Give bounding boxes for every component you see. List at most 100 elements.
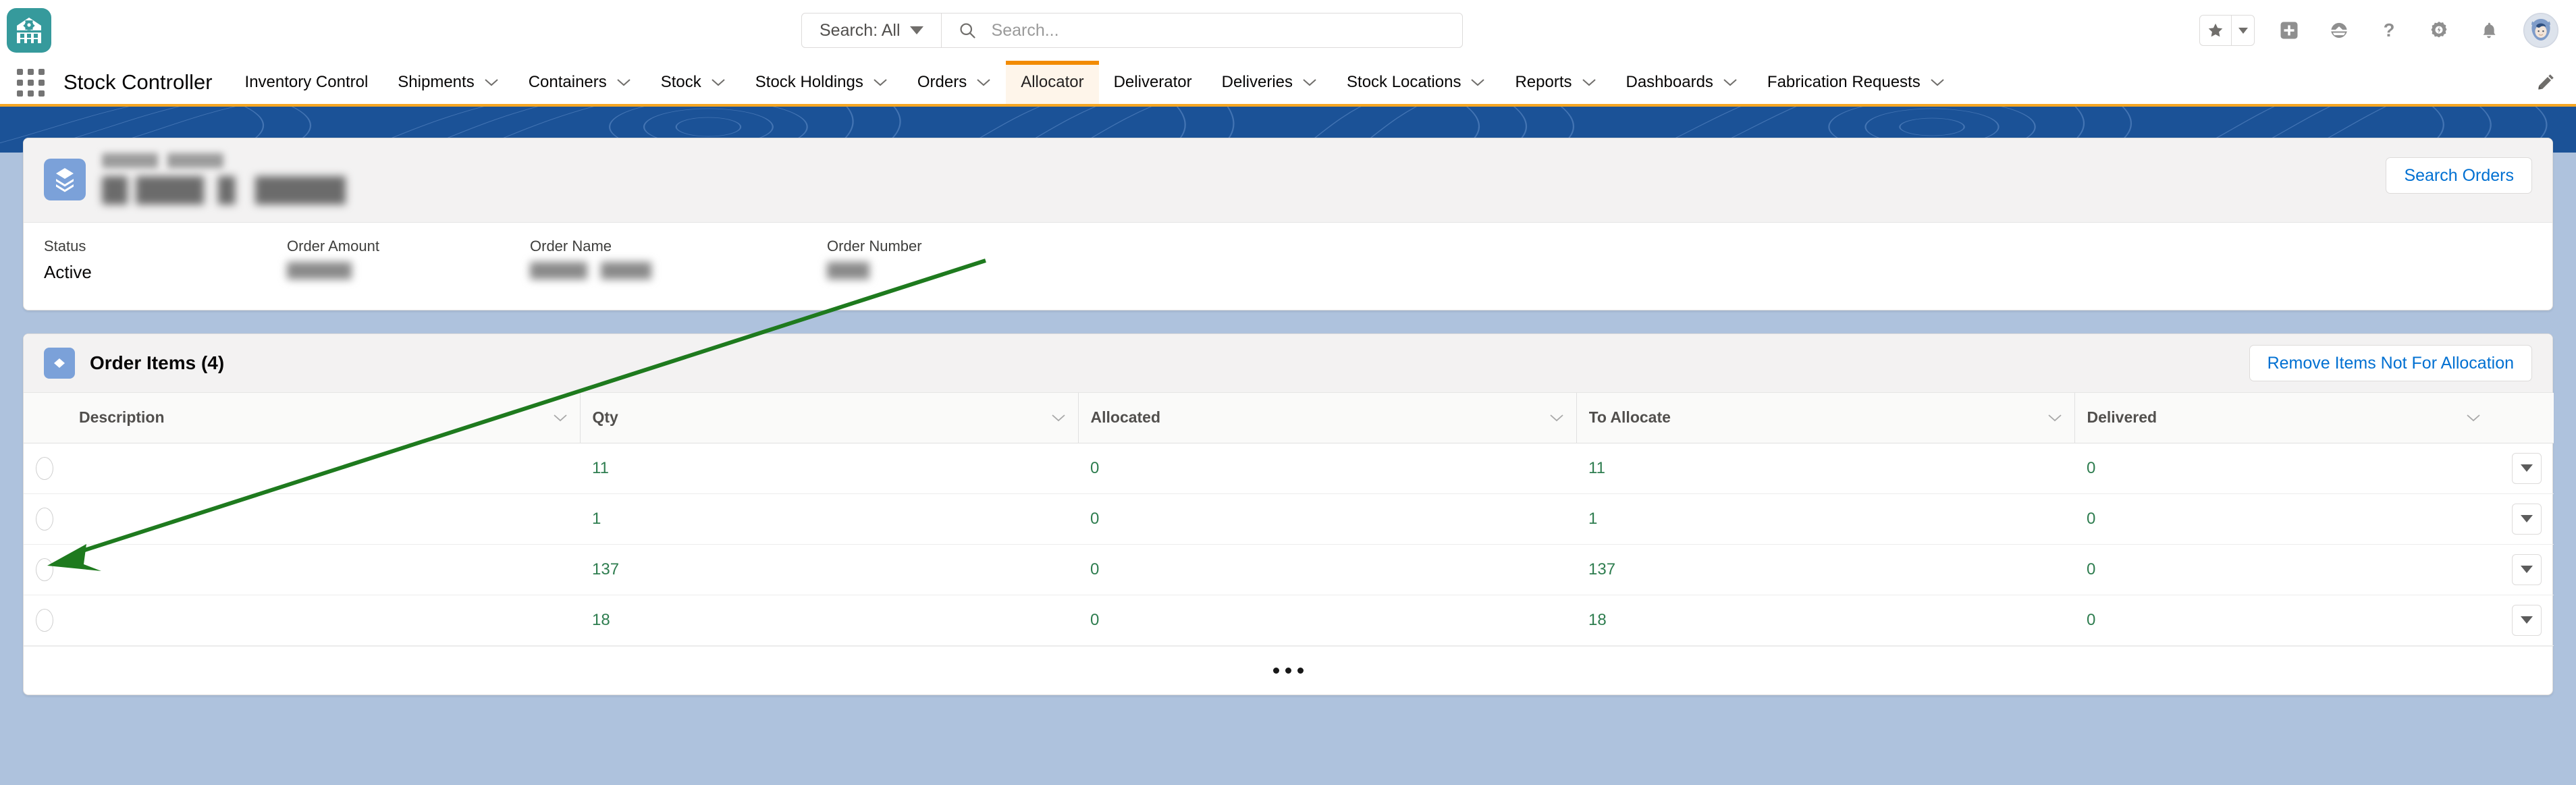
global-header-actions: ? (2199, 13, 2558, 48)
cell-description[interactable] (67, 544, 580, 595)
table-row[interactable]: 1 0 1 0 (24, 493, 2554, 545)
global-search[interactable]: Search: All Search... (801, 13, 1463, 48)
global-actions-plus-icon[interactable] (2274, 15, 2305, 46)
remove-items-not-for-allocation-button[interactable]: Remove Items Not For Allocation (2249, 345, 2532, 381)
nav-item-label: Dashboards (1626, 73, 1713, 91)
field-value-redacted (530, 262, 699, 279)
column-header-delivered[interactable]: Delivered (2074, 393, 2493, 443)
sort-chevron-icon[interactable] (546, 408, 568, 427)
row-checkbox[interactable] (36, 456, 53, 480)
search-scope-selector[interactable]: Search: All (802, 13, 942, 47)
record-object-label (102, 153, 223, 168)
nav-item-deliverator[interactable]: Deliverator (1099, 61, 1207, 104)
column-header-allocated[interactable]: Allocated (1077, 393, 1576, 443)
cell-qty: 1 (580, 493, 1078, 545)
row-menu-button[interactable] (2512, 503, 2542, 535)
cell-delivered: 0 (2074, 493, 2493, 545)
sort-chevron-icon[interactable] (1542, 408, 1564, 427)
sort-chevron-icon[interactable] (2041, 408, 2062, 427)
caret-down-icon (2521, 464, 2533, 472)
row-select-cell[interactable] (24, 493, 67, 545)
cell-delivered: 0 (2074, 443, 2493, 494)
warehouse-gear-icon[interactable] (7, 8, 51, 53)
row-menu-button[interactable] (2512, 604, 2542, 636)
column-header-description[interactable]: Description (67, 393, 580, 443)
nav-item-deliveries[interactable]: Deliveries (1207, 61, 1332, 104)
nav-item-inventory-control[interactable]: Inventory Control (230, 61, 383, 104)
setup-gear-icon[interactable] (2423, 15, 2454, 46)
search-orders-button[interactable]: Search Orders (2386, 157, 2532, 194)
cell-description[interactable] (67, 443, 580, 494)
cell-description[interactable] (67, 493, 580, 545)
chevron-down-icon (485, 79, 498, 86)
nav-item-label: Allocator (1021, 73, 1084, 91)
field-label: Status (44, 238, 86, 254)
nav-item-stock-holdings[interactable]: Stock Holdings (741, 61, 903, 104)
cell-allocated: 0 (1078, 595, 1576, 646)
cell-allocated: 0 (1078, 443, 1576, 494)
column-label: Allocated (1090, 408, 1161, 427)
pencil-edit-icon[interactable] (2515, 61, 2576, 104)
user-avatar[interactable] (2523, 13, 2558, 48)
help-icon[interactable]: ? (2373, 15, 2405, 46)
nav-item-dashboards[interactable]: Dashboards (1611, 61, 1752, 104)
cell-delivered: 0 (2074, 544, 2493, 595)
column-label: Description (79, 408, 165, 427)
row-checkbox[interactable] (36, 507, 53, 531)
row-select-cell[interactable] (24, 443, 67, 494)
nav-item-shipments[interactable]: Shipments (383, 61, 513, 104)
record-highlights-card: Search Orders Status Active Order Amount… (23, 138, 2553, 310)
cell-allocated: 0 (1078, 544, 1576, 595)
nav-item-fabrication-requests[interactable]: Fabrication Requests (1752, 61, 1960, 104)
order-items-related-list: Order Items (4) Remove Items Not For All… (23, 333, 2554, 695)
record-header-actions: Search Orders (2386, 153, 2532, 194)
nav-item-label: Shipments (398, 73, 475, 91)
nav-item-orders[interactable]: Orders (903, 61, 1006, 104)
cell-qty: 18 (580, 595, 1078, 646)
sort-chevron-icon[interactable] (1044, 408, 1066, 427)
column-header-to-allocate[interactable]: To Allocate (1576, 393, 2074, 443)
table-row[interactable]: 11 0 11 0 (24, 443, 2554, 494)
view-all-footer[interactable] (24, 645, 2552, 695)
row-actions-header (2493, 393, 2554, 443)
cell-to-allocate: 18 (1576, 595, 2074, 646)
column-header-qty[interactable]: Qty (579, 393, 1078, 443)
chevron-down-icon (874, 79, 887, 86)
table-header-row: Description Qty Allocated To Allocate De… (24, 393, 2554, 443)
row-menu-button[interactable] (2512, 553, 2542, 585)
nav-item-label: Orders (917, 73, 967, 91)
notifications-bell-icon[interactable] (2473, 15, 2504, 46)
row-checkbox[interactable] (36, 558, 53, 581)
row-select-cell[interactable] (24, 544, 67, 595)
favorites-caret-icon[interactable] (2231, 16, 2254, 45)
nav-item-containers[interactable]: Containers (514, 61, 646, 104)
record-title-block (102, 153, 2386, 205)
global-header: Search: All Search... ? (0, 0, 2576, 61)
table-row[interactable]: 18 0 18 0 (24, 595, 2554, 646)
column-label: Qty (592, 408, 618, 427)
caret-down-icon (2521, 515, 2533, 522)
nav-item-stock-locations[interactable]: Stock Locations (1332, 61, 1500, 104)
sort-chevron-icon[interactable] (2459, 408, 2481, 427)
favorites-star-icon[interactable] (2200, 16, 2231, 45)
einstein-icon[interactable] (2324, 15, 2355, 46)
favorites-group[interactable] (2199, 15, 2255, 46)
caret-down-icon (2521, 566, 2533, 573)
row-checkbox[interactable] (36, 608, 53, 632)
nav-item-stock[interactable]: Stock (646, 61, 741, 104)
nav-item-reports[interactable]: Reports (1500, 61, 1611, 104)
field-label: Order Number (827, 238, 922, 254)
chevron-down-icon (712, 79, 725, 86)
chevron-down-icon (617, 79, 630, 86)
search-placeholder: Search... (991, 20, 1059, 40)
nav-item-allocator[interactable]: Allocator (1006, 61, 1099, 104)
cell-description[interactable] (67, 595, 580, 646)
app-launcher-waffle-icon[interactable] (8, 61, 53, 104)
row-select-cell[interactable] (24, 595, 67, 646)
field-order-number: Order Number (827, 238, 1070, 283)
chevron-down-icon (977, 79, 990, 86)
table-row[interactable]: 137 0 137 0 (24, 544, 2554, 595)
search-input[interactable]: Search... (942, 13, 1462, 47)
field-label: Order Amount (287, 238, 379, 254)
row-menu-button[interactable] (2512, 452, 2542, 484)
